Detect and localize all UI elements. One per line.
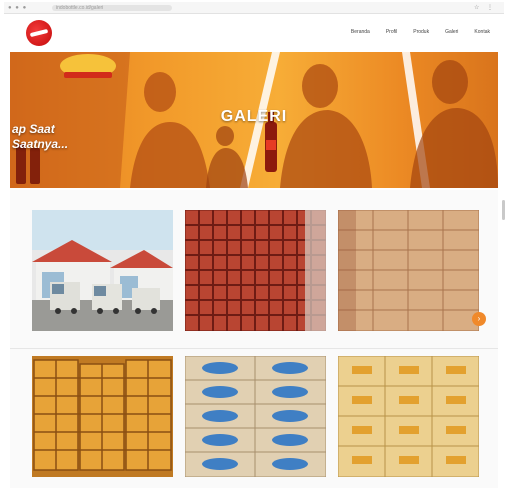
hero-slogan: ap Saat Saatnya... <box>12 122 69 151</box>
gallery-next-button[interactable]: › <box>472 312 486 326</box>
url-field[interactable]: indobottle.co.id/galeri <box>52 5 172 11</box>
truck-depot-image <box>32 210 173 331</box>
carton-stack-image <box>338 210 479 331</box>
chevron-right-icon: › <box>477 314 481 323</box>
gallery-item-yellow-cartons[interactable] <box>338 356 479 477</box>
nav-item-galeri[interactable]: Galeri <box>445 29 458 35</box>
yellow-crate-stack-image <box>32 356 173 477</box>
page-scrollbar[interactable] <box>502 200 505 220</box>
window-controls[interactable]: ● ● ● <box>8 5 27 11</box>
nav-item-produk[interactable]: Produk <box>413 29 429 35</box>
nav-item-profil[interactable]: Profil <box>386 29 397 35</box>
url-text: indobottle.co.id/galeri <box>56 5 104 11</box>
gallery-section: › <box>10 190 498 488</box>
gallery-item-carton-stack[interactable] <box>338 210 479 331</box>
blue-label-cartons-image <box>185 356 326 477</box>
hero-title: GALERI <box>220 108 288 125</box>
gallery-item-blue-label-cartons[interactable] <box>185 356 326 477</box>
browser-window: ● ● ● indobottle.co.id/galeri ☆ ⋮ Berand… <box>0 0 508 488</box>
red-crate-stack-image <box>185 210 326 331</box>
brand-logo[interactable] <box>26 20 52 46</box>
gallery-item-red-crates[interactable] <box>185 210 326 331</box>
nav-item-kontak[interactable]: Kontak <box>474 29 490 35</box>
browser-address-bar: ● ● ● indobottle.co.id/galeri ☆ ⋮ <box>4 2 504 14</box>
hero-banner: ap Saat Saatnya... GALERI <box>10 52 498 188</box>
gallery-item-yellow-crates[interactable] <box>32 356 173 477</box>
main-nav: Beranda Profil Produk Galeri Kontak <box>351 29 490 35</box>
gallery-item-truck-depot[interactable] <box>32 210 173 331</box>
browser-tools[interactable]: ☆ ⋮ <box>474 4 496 11</box>
site-header: Beranda Profil Produk Galeri Kontak <box>18 14 496 52</box>
row-divider <box>10 348 498 349</box>
yellow-cartons-image <box>338 356 479 477</box>
nav-item-beranda[interactable]: Beranda <box>351 29 370 35</box>
